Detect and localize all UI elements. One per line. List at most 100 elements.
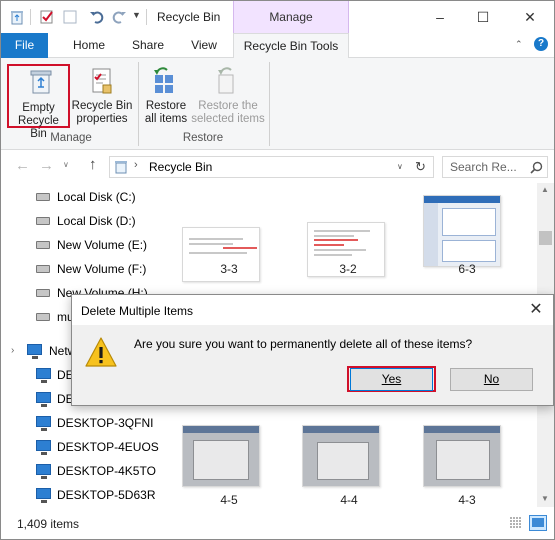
tab-share[interactable]: Share [123, 33, 173, 58]
no-button-label: No [483, 372, 500, 386]
properties-check-icon[interactable] [39, 9, 55, 25]
computer-icon [36, 416, 51, 431]
nav-item-label: DESKTOP-4EUOS [57, 440, 159, 454]
empty-label-1: Empty [22, 102, 55, 114]
nav-item-label: New Volume (F:) [57, 262, 147, 276]
title-separator [146, 9, 147, 25]
restore-selected-items-button[interactable]: Restore the selected items [191, 64, 265, 128]
restore-selected-label-1: Restore the [198, 100, 258, 112]
computer-icon [36, 464, 51, 479]
thumbnail-6-3[interactable] [423, 195, 501, 267]
tab-view[interactable]: View [179, 33, 229, 58]
breadcrumb-chevron-icon[interactable]: › [134, 159, 138, 171]
nav-item[interactable]: DESKTOP-5D63R [1, 483, 161, 507]
nav-item-label: Local Disk (C:) [57, 190, 136, 204]
nav-item[interactable]: DESKTOP-4K5TO [1, 459, 161, 483]
qat-separator [30, 9, 31, 25]
forward-arrow-icon[interactable]: → [39, 157, 54, 174]
label-3-3: 3-3 [220, 262, 238, 276]
recycle-bin-address-icon [115, 161, 127, 174]
recent-locations-chevron-icon[interactable]: ∨ [63, 160, 69, 169]
back-arrow-icon[interactable]: ← [15, 157, 30, 174]
nav-item[interactable]: DESKTOP-3QFNI [1, 411, 161, 435]
dialog-title-bar: Delete Multiple Items ✕ [72, 295, 553, 325]
nav-item-label: DESKTOP-5D63R [57, 488, 156, 502]
scroll-up-arrow-icon[interactable]: ▲ [541, 185, 549, 194]
drive-icon [36, 193, 50, 201]
title-bar: ▼ Recycle Bin Manage – ☐ ✕ [1, 1, 554, 33]
scroll-thumb[interactable] [539, 231, 552, 245]
computer-icon [36, 488, 51, 503]
warning-icon [85, 337, 117, 367]
tab-file[interactable]: File [1, 33, 48, 58]
nav-item-label: DESKTOP-4K5TO [57, 464, 156, 478]
nav-item-label: New Volume (E:) [57, 238, 148, 252]
no-button[interactable]: No [450, 368, 533, 391]
address-dropdown-chevron-icon[interactable]: ∨ [397, 162, 403, 171]
maximize-button[interactable]: ☐ [468, 5, 498, 29]
restore-selected-icon [218, 67, 234, 94]
explorer-window: ▼ Recycle Bin Manage – ☐ ✕ File Home Sha… [0, 0, 555, 540]
properties-icon [92, 68, 112, 94]
restore-selected-label-2: selected items [191, 113, 265, 125]
undo-icon[interactable] [89, 9, 105, 25]
computer-icon [36, 440, 51, 455]
manage-context-label: Manage [233, 1, 349, 33]
scroll-down-arrow-icon[interactable]: ▼ [541, 494, 549, 503]
expand-chevron-icon[interactable]: › [11, 339, 14, 363]
details-view-icon[interactable] [508, 516, 524, 530]
group-label-manage: Manage [50, 132, 92, 144]
group-label-restore: Restore [182, 132, 224, 144]
address-location: Recycle Bin [149, 160, 213, 174]
empty-recycle-bin-button[interactable]: Empty Recycle Bin [7, 64, 70, 140]
drive-icon [36, 313, 50, 321]
properties-label-2: properties [76, 113, 128, 125]
refresh-icon[interactable]: ↻ [415, 159, 426, 175]
nav-item[interactable]: Local Disk (C:) [1, 185, 161, 209]
item-count: 1,409 items [17, 517, 80, 531]
search-icon [530, 161, 543, 174]
ribbon-panel: Empty Recycle Bin Recycle Bin properties… [1, 58, 554, 150]
restore-all-icon [154, 67, 173, 93]
customize-qat-chevron-icon[interactable]: ▼ [132, 10, 141, 20]
dialog-close-button[interactable]: ✕ [524, 299, 548, 321]
large-icons-view-icon[interactable] [529, 515, 547, 531]
minimize-ribbon-chevron-icon[interactable]: ⌃ [515, 39, 523, 50]
search-placeholder: Search Re... [450, 160, 517, 174]
tab-home[interactable]: Home [63, 33, 115, 58]
thumbnail-4-3[interactable] [423, 425, 501, 487]
restore-all-items-button[interactable]: Restore all items [141, 64, 191, 128]
minimize-button[interactable]: – [425, 5, 455, 29]
restore-all-label-2: all items [144, 113, 188, 125]
nav-item[interactable]: Local Disk (D:) [1, 209, 161, 233]
yes-button[interactable]: Yes [350, 368, 433, 391]
label-6-3: 6-3 [458, 262, 476, 276]
help-icon[interactable]: ? [534, 37, 548, 51]
label-3-2: 3-2 [339, 262, 357, 276]
up-arrow-icon[interactable]: ↑ [89, 156, 97, 173]
drive-icon [36, 265, 50, 273]
nav-item[interactable]: New Volume (E:) [1, 233, 161, 257]
properties-label-1: Recycle Bin [71, 100, 133, 112]
thumbnail-4-4[interactable] [302, 425, 380, 487]
new-folder-icon[interactable] [62, 9, 78, 25]
label-4-4: 4-4 [340, 493, 358, 507]
recycle-bin-small-icon [9, 9, 25, 25]
search-input[interactable]: Search Re... [442, 156, 548, 178]
tab-recycle-bin-tools[interactable]: Recycle Bin Tools [233, 33, 349, 59]
computer-icon [36, 392, 51, 407]
nav-item[interactable]: New Volume (F:) [1, 257, 161, 281]
redo-icon[interactable] [111, 9, 127, 25]
delete-multiple-items-dialog: Delete Multiple Items ✕ Are you sure you… [71, 294, 554, 406]
address-bar[interactable]: › Recycle Bin ∨ ↻ [109, 156, 434, 178]
ribbon-group-separator-2 [269, 62, 270, 146]
ribbon-group-separator [138, 62, 139, 146]
recycle-bin-properties-button[interactable]: Recycle Bin properties [71, 64, 133, 128]
label-4-5: 4-5 [220, 493, 238, 507]
nav-item-label: Local Disk (D:) [57, 214, 136, 228]
ribbon-tab-bar: File Home Share View Recycle Bin Tools ⌃… [1, 33, 554, 59]
nav-item[interactable]: DESKTOP-4EUOS [1, 435, 161, 459]
network-icon [27, 344, 42, 359]
close-window-button[interactable]: ✕ [515, 5, 545, 29]
thumbnail-4-5[interactable] [182, 425, 260, 487]
